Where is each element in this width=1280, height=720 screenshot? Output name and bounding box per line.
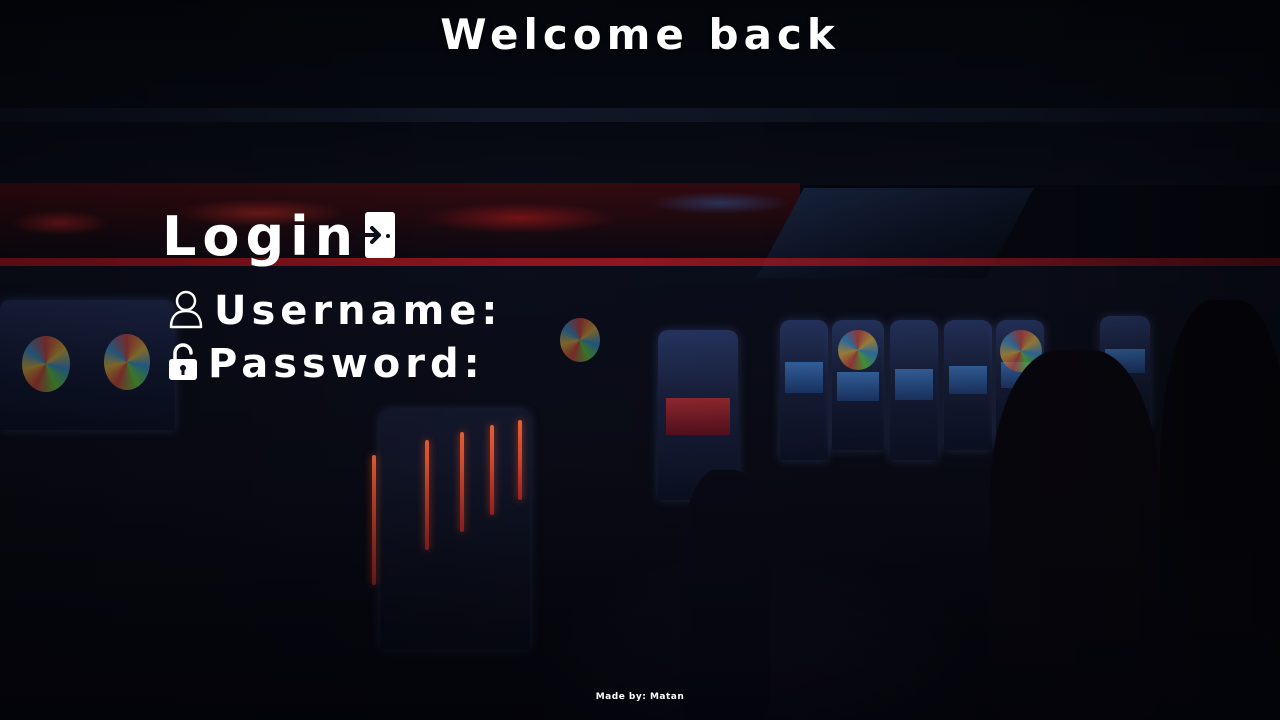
login-title-text: Login [162,205,360,268]
login-title: Login [162,205,399,268]
password-label: Password: [208,341,485,387]
author-credit: Made by: Matan [595,692,685,702]
door-enter-icon [355,210,399,264]
username-row: Username: [168,288,767,334]
welcome-heading: Welcome back [440,10,840,59]
username-input[interactable] [502,290,767,332]
password-row: Password: [168,341,749,387]
password-input[interactable] [484,343,749,385]
lock-icon [168,343,198,385]
login-page: Welcome back Login Username: Password: M… [0,0,1280,720]
user-icon [168,289,204,333]
username-label: Username: [214,288,503,334]
